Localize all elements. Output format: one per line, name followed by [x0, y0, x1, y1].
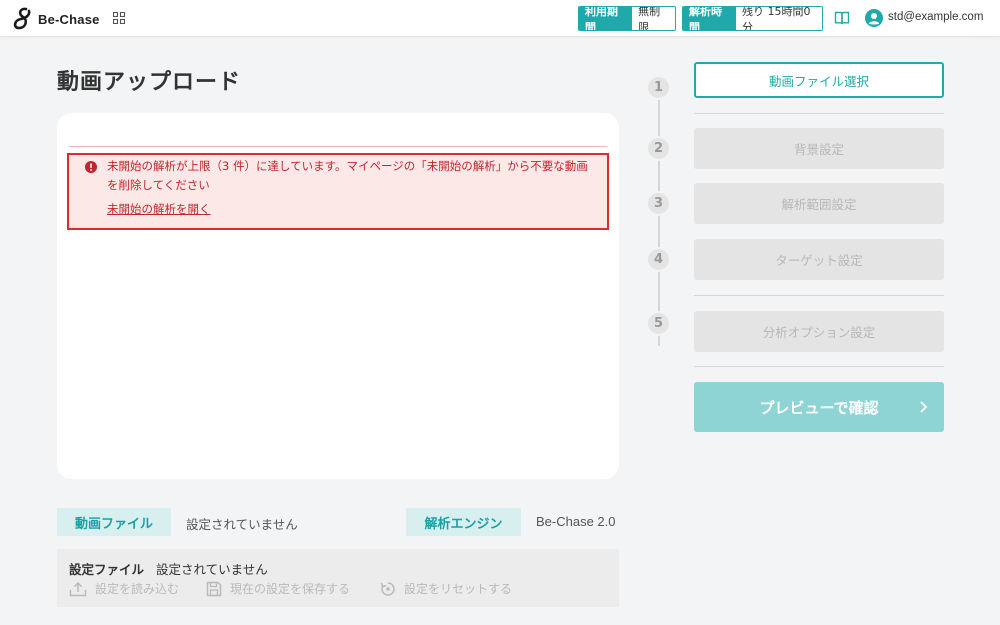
- analysis-time-key: 解析時間: [683, 7, 736, 30]
- chevron-right-icon: [920, 401, 928, 413]
- reset-settings-label: 設定をリセットする: [404, 582, 513, 596]
- manual-book-icon[interactable]: [834, 10, 850, 26]
- save-settings-button[interactable]: 現在の設定を保存する: [206, 580, 350, 597]
- period-key: 利用期間: [579, 7, 633, 30]
- analysis-time-value: 残り 15時間0分: [735, 7, 822, 30]
- user-avatar-icon[interactable]: [865, 9, 883, 27]
- step-divider: [694, 113, 944, 114]
- error-alert: 未開始の解析が上限（3 件）に達しています。マイページの「未開始の解析」から不要…: [67, 153, 609, 230]
- open-pending-analyses-link[interactable]: 未開始の解析を開く: [107, 201, 211, 217]
- step-2-number: 2: [646, 136, 671, 161]
- save-disk-icon: [206, 581, 222, 596]
- apps-grid-icon[interactable]: [113, 12, 125, 24]
- settings-file-panel: 設定ファイル 設定されていません 設定を読み込む 現在の設定を保存する 設定をリ…: [57, 549, 619, 607]
- period-value: 無制限: [632, 7, 675, 30]
- analysis-time-badge: 解析時間 残り 15時間0分: [682, 6, 823, 31]
- video-file-value: 設定されていません: [186, 517, 298, 532]
- step-3-range-button[interactable]: 解析範囲設定: [694, 183, 944, 224]
- reset-icon: [380, 581, 395, 596]
- step-divider: [694, 366, 944, 367]
- period-badge: 利用期間 無制限: [578, 6, 676, 31]
- app-name: Be-Chase: [38, 11, 100, 27]
- save-settings-label: 現在の設定を保存する: [230, 582, 351, 596]
- video-file-label: 動画ファイル: [57, 508, 171, 536]
- step-5-analysis-options-button[interactable]: 分析オプション設定: [694, 311, 944, 352]
- step-4-number: 4: [646, 247, 671, 272]
- step-4-target-button[interactable]: ターゲット設定: [694, 239, 944, 280]
- step-2-background-button[interactable]: 背景設定: [694, 128, 944, 169]
- analysis-engine-value: Be-Chase 2.0: [536, 514, 616, 529]
- load-settings-button[interactable]: 設定を読み込む: [69, 580, 179, 597]
- preview-confirm-label: プレビューで確認: [759, 398, 879, 417]
- alert-message: 未開始の解析が上限（3 件）に達しています。マイページの「未開始の解析」から不要…: [107, 159, 588, 192]
- load-settings-label: 設定を読み込む: [95, 582, 180, 596]
- settings-file-value: 設定されていません: [156, 562, 268, 577]
- error-exclamation-icon: [85, 161, 97, 173]
- analysis-engine-label: 解析エンジン: [406, 508, 521, 536]
- step-1-select-video-button[interactable]: 動画ファイル選択: [694, 62, 944, 98]
- preview-confirm-button[interactable]: プレビューで確認: [694, 382, 944, 432]
- step-divider: [694, 295, 944, 296]
- settings-file-label: 設定ファイル: [69, 562, 145, 577]
- user-email[interactable]: std@example.com: [888, 11, 983, 23]
- reset-settings-button[interactable]: 設定をリセットする: [380, 580, 512, 597]
- app-logo[interactable]: Be-Chase: [12, 6, 100, 32]
- page-title: 動画アップロード: [57, 70, 242, 95]
- step-1-number: 1: [646, 75, 671, 100]
- upload-icon: [69, 581, 87, 596]
- steps-connector-line: [658, 88, 660, 346]
- top-header: Be-Chase 利用期間 無制限 解析時間 残り 15時間0分 std@exa…: [0, 0, 1000, 37]
- logo-mark-icon: [13, 7, 31, 30]
- step-3-number: 3: [646, 191, 671, 216]
- step-5-number: 5: [646, 311, 671, 336]
